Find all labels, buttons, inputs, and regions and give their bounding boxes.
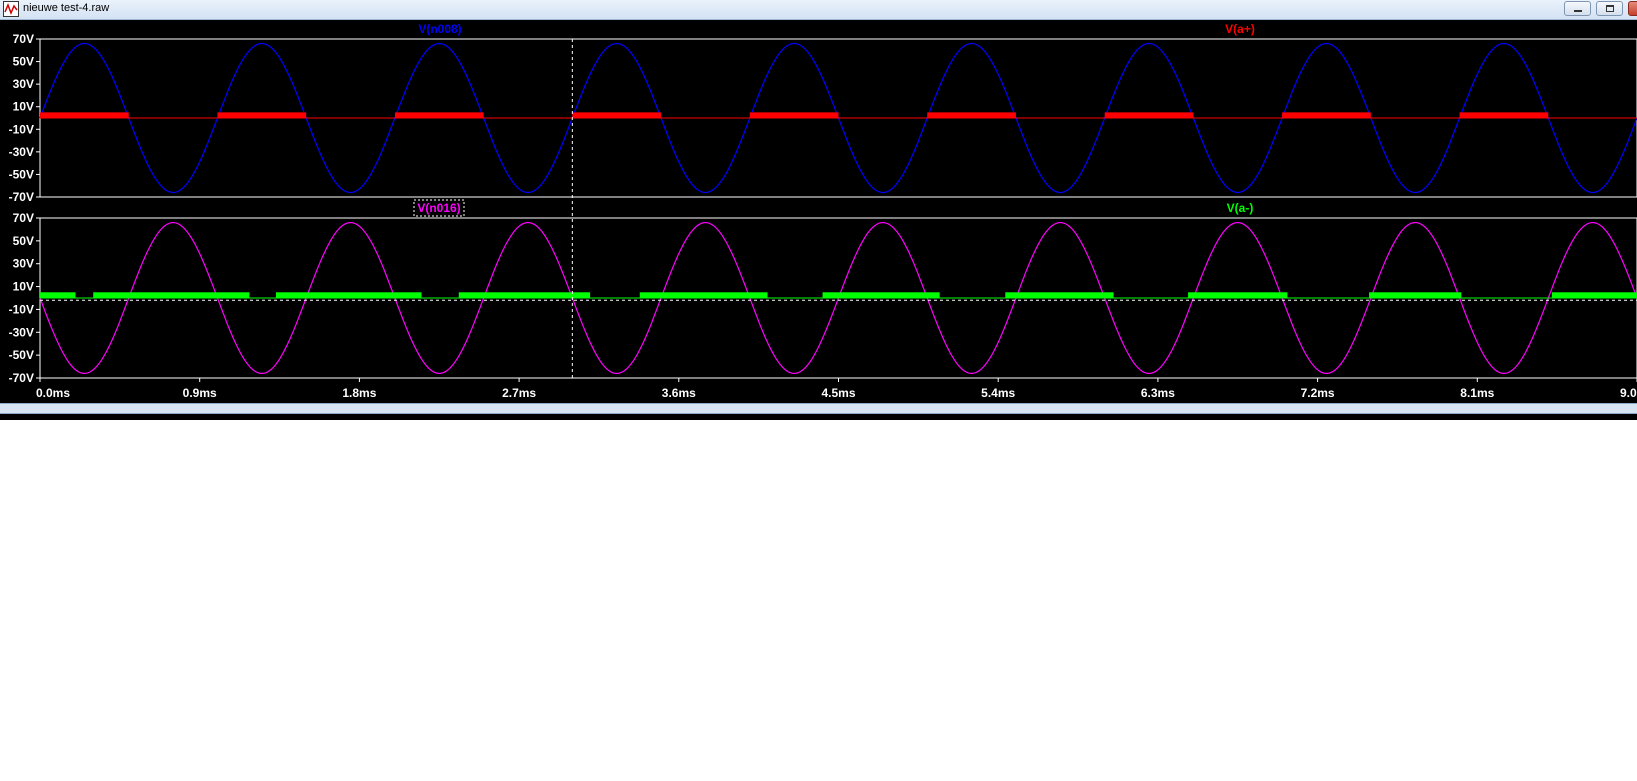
plot-background	[0, 20, 1637, 420]
y-tick-label: 70V	[13, 32, 34, 46]
y-tick-label: -10V	[9, 302, 34, 316]
trace-label-v-a-plus[interactable]: V(a+)	[1225, 22, 1255, 36]
y-tick-label: -50V	[9, 167, 34, 181]
pulse-on-segment[interactable]	[1104, 112, 1194, 118]
waveform-plot[interactable]: 70V 50V 30V 10V -10V -30V -50V -70V 70V 50V 30V 10…	[0, 20, 1637, 420]
y-tick-label: 50V	[13, 55, 34, 69]
x-tick-label: 7.2ms	[1301, 386, 1335, 400]
minimize-icon	[1574, 10, 1582, 12]
waveform-window: nieuwe test-4.raw 70V 50V 30V 10V -10V -30V -5…	[0, 0, 1637, 420]
pulse-on-segment[interactable]	[217, 112, 307, 118]
y-tick-label: -30V	[9, 145, 34, 159]
x-tick-label: 8.1ms	[1460, 386, 1494, 400]
y-tick-label: -70V	[9, 371, 34, 385]
pulse-on-segment[interactable]	[1282, 112, 1371, 118]
x-tick-label: 5.4ms	[981, 386, 1015, 400]
title-bar[interactable]: nieuwe test-4.raw	[0, 0, 1637, 20]
pulse-on-segment[interactable]	[572, 112, 662, 118]
y-tick-label: 30V	[13, 77, 34, 91]
pulse-on-segment[interactable]	[394, 112, 484, 118]
y-tick-label: 10V	[13, 100, 34, 114]
y-tick-label: 10V	[13, 280, 34, 294]
x-tick-label: 3.6ms	[662, 386, 696, 400]
pulse-on-segment[interactable]	[276, 292, 422, 298]
pulse-on-segment[interactable]	[927, 112, 1016, 118]
x-tick-label: 2.7ms	[502, 386, 536, 400]
y-tick-label: 70V	[13, 211, 34, 225]
pulse-on-segment[interactable]	[1188, 292, 1288, 298]
x-tick-label: 0.0ms	[36, 386, 70, 400]
pulse-on-segment[interactable]	[1005, 292, 1114, 298]
x-tick-label: 4.5ms	[821, 386, 855, 400]
trace-label-v-n016[interactable]: V(n016)	[417, 201, 460, 215]
empty-client-area	[0, 420, 1637, 781]
trace-label-v-a-minus[interactable]: V(a-)	[1227, 201, 1254, 215]
x-tick-label: 6.3ms	[1141, 386, 1175, 400]
pulse-on-segment[interactable]	[1459, 112, 1549, 118]
x-tick-label: 1.8ms	[342, 386, 376, 400]
y-tick-label: 30V	[13, 257, 34, 271]
pulse-on-segment[interactable]	[639, 292, 768, 298]
close-button[interactable]	[1628, 1, 1637, 16]
x-tick-label: 9.0ms	[1620, 386, 1637, 400]
pulse-on-segment[interactable]	[1369, 292, 1462, 298]
restore-icon	[1606, 5, 1614, 12]
pulse-on-segment[interactable]	[40, 292, 76, 298]
pulse-on-segment[interactable]	[822, 292, 940, 298]
window-bottom-border	[0, 403, 1637, 414]
pulse-on-segment[interactable]	[40, 112, 129, 118]
y-tick-label: -50V	[9, 348, 34, 362]
x-tick-label: 0.9ms	[183, 386, 217, 400]
minimize-button[interactable]	[1564, 1, 1591, 16]
pulse-on-segment[interactable]	[93, 292, 250, 298]
window-title: nieuwe test-4.raw	[23, 2, 110, 14]
trace-label-v-n008[interactable]: V(n008)	[418, 22, 461, 36]
restore-button[interactable]	[1596, 1, 1623, 16]
plot-area[interactable]: 70V 50V 30V 10V -10V -30V -50V -70V 70V 50V 30V 10…	[0, 20, 1637, 420]
y-tick-label: -10V	[9, 122, 34, 136]
y-tick-label: 50V	[13, 234, 34, 248]
y-tick-label: -30V	[9, 325, 34, 339]
pulse-on-segment[interactable]	[749, 112, 839, 118]
pulse-on-segment[interactable]	[458, 292, 591, 298]
pulse-on-segment[interactable]	[1551, 292, 1637, 298]
waveform-icon	[3, 1, 19, 17]
y-tick-label: -70V	[9, 190, 34, 204]
